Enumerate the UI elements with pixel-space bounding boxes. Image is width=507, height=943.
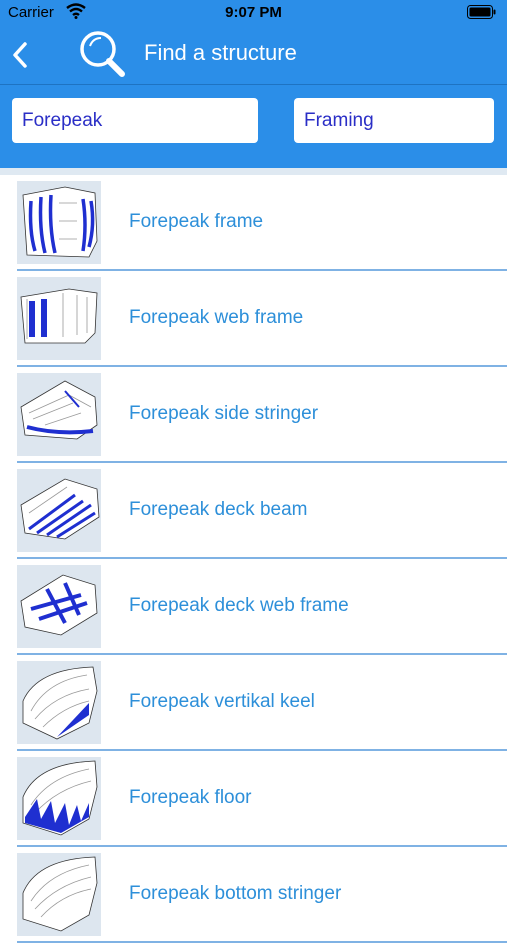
filter-bar: Forepeak Framing xyxy=(0,85,507,168)
list-item-forepeak-floor[interactable]: Forepeak floor xyxy=(17,751,507,847)
forepeak-floor-thumbnail xyxy=(17,757,101,840)
forepeak-vertikal-keel-thumbnail xyxy=(17,661,101,744)
list-item-forepeak-deck-beam[interactable]: Forepeak deck beam xyxy=(17,463,507,559)
list-item-forepeak-side-stringer[interactable]: Forepeak side stringer xyxy=(17,367,507,463)
forepeak-side-stringer-thumbnail xyxy=(17,373,101,456)
structure-list: Forepeak frame Forepeak web frame Forepe… xyxy=(0,175,507,943)
list-item-forepeak-web-frame[interactable]: Forepeak web frame xyxy=(17,271,507,367)
category-filter-field[interactable]: Framing xyxy=(294,98,494,143)
area-filter-field[interactable]: Forepeak xyxy=(12,98,258,143)
list-item-forepeak-bottom-stringer[interactable]: Forepeak bottom stringer xyxy=(17,847,507,943)
status-bar: Carrier 9:07 PM xyxy=(0,0,507,26)
chevron-left-icon xyxy=(13,42,27,68)
list-item-label: Forepeak deck beam xyxy=(129,499,308,520)
list-item-label: Forepeak frame xyxy=(129,211,264,232)
list-item-forepeak-frame[interactable]: Forepeak frame xyxy=(17,175,507,271)
magnifier-icon xyxy=(76,28,128,80)
page-title: Find a structure xyxy=(144,40,297,65)
back-button[interactable] xyxy=(8,38,34,72)
forepeak-deck-web-frame-thumbnail xyxy=(17,565,101,648)
navigation-bar: Find a structure xyxy=(0,26,507,84)
list-item-label: Forepeak bottom stringer xyxy=(129,883,342,904)
list-item-label: Forepeak side stringer xyxy=(129,403,319,424)
list-header-spacer xyxy=(0,168,507,175)
battery-icon xyxy=(467,5,497,25)
list-item-label: Forepeak vertikal keel xyxy=(129,691,315,712)
list-item-forepeak-vertikal-keel[interactable]: Forepeak vertikal keel xyxy=(17,655,507,751)
list-item-label: Forepeak deck web frame xyxy=(129,595,349,616)
forepeak-web-frame-thumbnail xyxy=(17,277,101,360)
list-item-forepeak-deck-web-frame[interactable]: Forepeak deck web frame xyxy=(17,559,507,655)
clock: 9:07 PM xyxy=(225,4,282,21)
forepeak-deck-beam-thumbnail xyxy=(17,469,101,552)
forepeak-bottom-stringer-thumbnail xyxy=(17,853,101,936)
list-item-label: Forepeak floor xyxy=(129,787,252,808)
list-item-label: Forepeak web frame xyxy=(129,307,304,328)
forepeak-frame-thumbnail xyxy=(17,181,101,264)
